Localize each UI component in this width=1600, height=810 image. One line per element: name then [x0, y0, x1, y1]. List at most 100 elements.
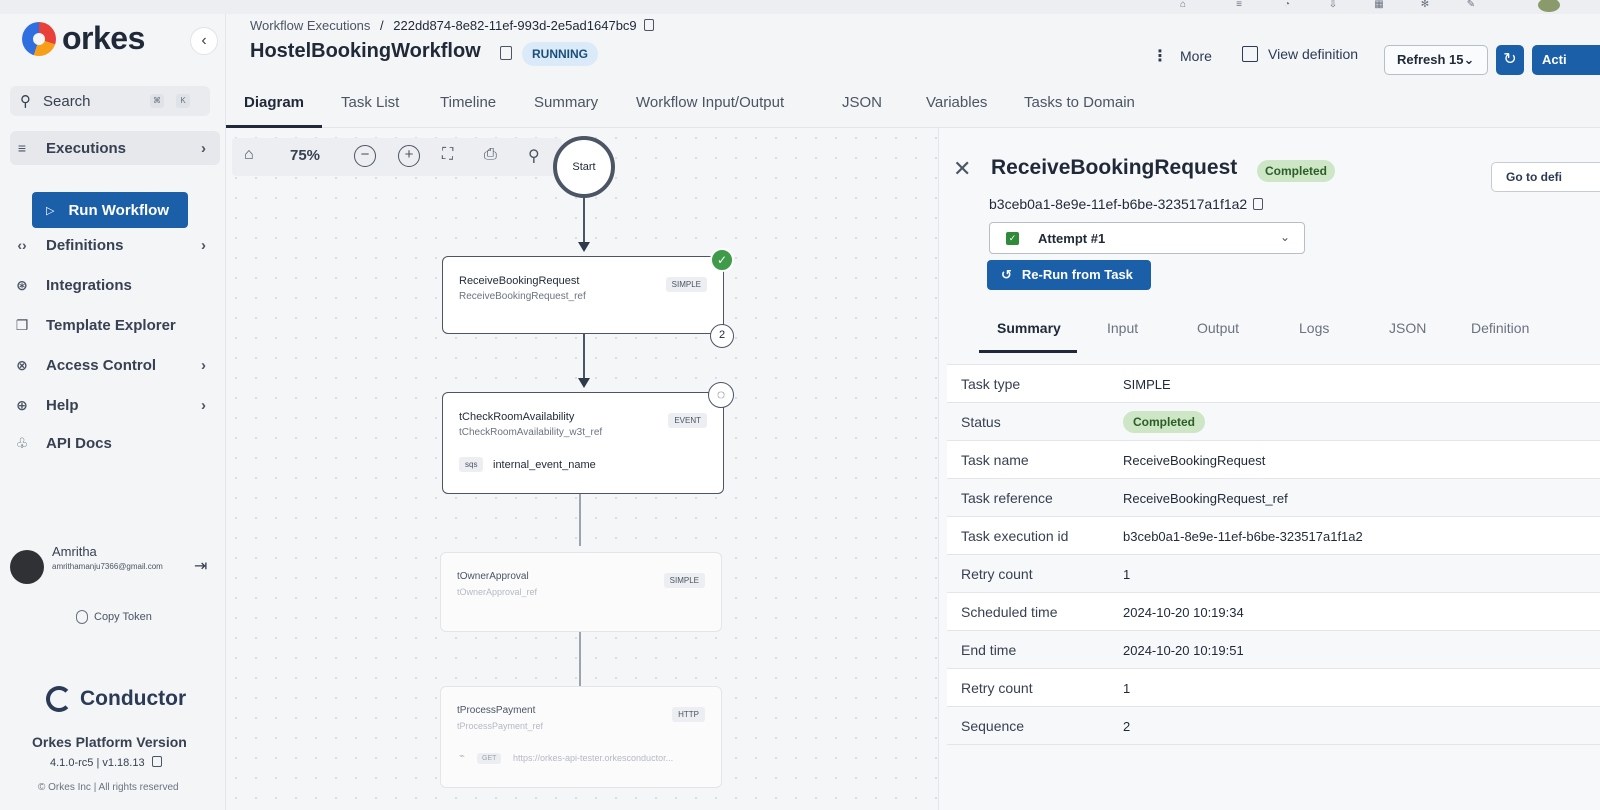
tab-definition[interactable]: Definition [1471, 320, 1529, 336]
print-icon[interactable]: ⎙ [484, 146, 497, 164]
row-value: ReceiveBookingRequest_ref [1123, 491, 1288, 506]
panel-tabs: Summary Input Output Logs JSON Definitio… [979, 312, 1600, 354]
download-icon[interactable]: ⇩ [1326, 0, 1340, 10]
settings-icon[interactable]: ✻ [1418, 0, 1432, 10]
more-button[interactable]: ⋮ More [1152, 46, 1212, 66]
tab-summary[interactable]: Summary [997, 320, 1061, 336]
copy-icon[interactable] [500, 46, 512, 60]
close-icon[interactable]: ✕ [953, 156, 971, 182]
logout-icon[interactable]: ⇥ [194, 556, 207, 576]
task-node-process-payment[interactable]: tProcessPayment tProcessPayment_ref HTTP… [440, 686, 722, 788]
task-type-badge: SIMPLE [665, 277, 707, 292]
copyright: © Orkes Inc | All rights reserved [38, 782, 179, 793]
row-value: 2024-10-20 10:19:34 [1123, 605, 1244, 620]
attempt-select[interactable]: ✓ Attempt #1 ⌄ [989, 222, 1305, 254]
check-icon: ✓ [710, 248, 734, 272]
shortcut-key-cmd: ⌘ [150, 94, 164, 108]
row-value: 1 [1123, 681, 1131, 696]
sidebar-item-label: Help [46, 396, 79, 414]
tab-diagram[interactable]: Diagram [244, 94, 304, 111]
home-icon[interactable]: ⌂ [244, 146, 254, 164]
arrow-head [578, 242, 590, 252]
task-ref: tProcessPayment_ref [457, 721, 544, 731]
sidebar-item-executions[interactable]: ≡ Executions › [10, 131, 220, 165]
table-row: Sequence 2 [947, 707, 1600, 745]
task-node-receive-booking-request[interactable]: ReceiveBookingRequest ReceiveBookingRequ… [442, 256, 724, 334]
sidebar-item-definitions[interactable]: ‹› Definitions › [10, 228, 220, 262]
copy-icon[interactable] [151, 756, 162, 767]
sidebar-item-api-docs[interactable]: ♧ API Docs [10, 426, 220, 460]
zoom-level: 75% [290, 147, 321, 164]
panel-title: ReceiveBookingRequest [991, 156, 1238, 179]
conductor-label: Conductor [80, 687, 187, 710]
sidebar-item-template-explorer[interactable]: ❐ Template Explorer [10, 308, 220, 342]
edge-owner-to-payment [579, 632, 581, 686]
integrations-icon: ⊛ [16, 276, 28, 293]
shortcut-key-k: K [176, 94, 190, 108]
copy-token-button[interactable]: Copy Token [76, 610, 152, 624]
code-icon: ‹› [17, 237, 27, 253]
tab-output[interactable]: Output [1197, 320, 1239, 336]
row-value: 1 [1123, 567, 1131, 582]
diagram-canvas[interactable]: ⌂ 75% − + ⛶ ⎙ ⚲ Start ReceiveBookingRequ… [226, 128, 938, 810]
edit-icon[interactable]: ✎ [1464, 0, 1478, 10]
task-ref: tCheckRoomAvailability_w3t_ref [459, 427, 603, 438]
task-node-owner-approval[interactable]: tOwnerApproval tOwnerApproval_ref SIMPLE [440, 552, 722, 632]
view-definition-button[interactable]: View definition [1242, 46, 1358, 62]
edge-check-to-owner [579, 494, 581, 546]
user-name: Amritha [52, 544, 97, 559]
refresh-interval-select[interactable]: Refresh 15⌄ [1384, 45, 1488, 75]
tab-task-list[interactable]: Task List [341, 94, 399, 111]
tab-input[interactable]: Input [1107, 320, 1138, 336]
fit-to-screen-icon[interactable]: ⛶ [442, 146, 453, 164]
copy-icon[interactable] [644, 19, 655, 31]
tab-json[interactable]: JSON [1389, 320, 1426, 336]
copy-icon[interactable] [1253, 198, 1264, 210]
task-id: b3ceb0a1-8e9e-11ef-b6be-323517a1f1a2 [989, 196, 1264, 212]
orkes-logo-icon [22, 21, 56, 56]
diagram-toolbar: ⌂ 75% − + ⛶ ⎙ ⚲ [232, 138, 562, 176]
breadcrumb-root-link[interactable]: Workflow Executions [250, 18, 370, 33]
go-to-definition-button[interactable]: Go to defi [1491, 162, 1600, 192]
collapse-sidebar-button[interactable]: ‹ [190, 27, 218, 55]
sidebar-item-integrations[interactable]: ⊛ Integrations [10, 268, 220, 302]
zoom-in-icon[interactable]: + [398, 145, 420, 167]
actions-button[interactable]: Acti [1532, 45, 1600, 75]
token-icon [76, 610, 88, 624]
rerun-label: Re-Run from Task [1021, 267, 1133, 282]
tab-summary[interactable]: Summary [534, 94, 598, 111]
tab-tasks-to-domain[interactable]: Tasks to Domain [1024, 94, 1135, 111]
brand-name: orkes [62, 20, 145, 56]
active-tab-indicator [979, 350, 1077, 353]
extensions-icon[interactable]: ▦ [1372, 0, 1386, 10]
tab-json[interactable]: JSON [842, 94, 882, 111]
tab-logs[interactable]: Logs [1299, 320, 1329, 336]
version-title: Orkes Platform Version [32, 734, 187, 750]
search-button[interactable]: ⚲ Search ⌘ K [10, 86, 210, 116]
task-type-badge: EVENT [668, 413, 707, 428]
row-value: ReceiveBookingRequest [1123, 453, 1266, 468]
sidebar-item-access-control[interactable]: ⊗ Access Control › [10, 348, 220, 382]
reader-icon[interactable]: ≡ [1232, 0, 1246, 10]
refresh-button[interactable]: ↻ [1496, 45, 1524, 75]
task-node-check-room-availability[interactable]: tCheckRoomAvailability tCheckRoomAvailab… [442, 392, 724, 494]
profile-avatar[interactable] [1538, 0, 1560, 12]
bookmark-icon[interactable]: ⌂ [1176, 0, 1190, 10]
zoom-out-icon[interactable]: − [354, 145, 376, 167]
task-ref: tOwnerApproval_ref [457, 587, 538, 597]
tab-variables[interactable]: Variables [926, 94, 987, 111]
brand-logo[interactable]: orkes [22, 20, 145, 57]
tab-timeline[interactable]: Timeline [440, 94, 496, 111]
row-key: End time [961, 642, 1017, 658]
start-node[interactable]: Start [553, 136, 615, 198]
history-icon[interactable]: ◔ [1280, 0, 1294, 10]
row-value: SIMPLE [1123, 377, 1171, 392]
sidebar-item-help[interactable]: ⊕ Help › [10, 388, 220, 422]
search-icon[interactable]: ⚲ [528, 146, 540, 166]
edge-start-to-receive [583, 198, 585, 244]
run-workflow-button[interactable]: ▷ Run Workflow [32, 192, 188, 228]
http-method-badge: GET [477, 753, 502, 764]
tab-workflow-input-output[interactable]: Workflow Input/Output [636, 94, 784, 111]
rerun-from-task-button[interactable]: ↺ Re-Run from Task [987, 260, 1151, 290]
checkbox-icon: ✓ [1006, 232, 1019, 245]
